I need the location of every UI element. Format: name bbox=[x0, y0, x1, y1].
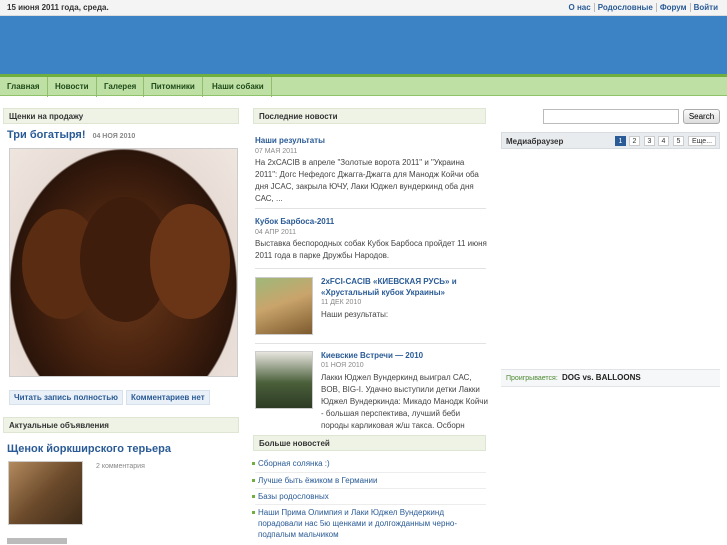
news-text-4: Лакки Юджел Вундеркинд выиграл САС, BOB,… bbox=[321, 373, 488, 430]
news-text-1: На 2хСАСIВ в апреле "Золотые ворота 2011… bbox=[255, 158, 479, 203]
news-date-1: 07 МАЯ 2011 bbox=[255, 148, 298, 155]
current-date: 15 июня 2011 года, среда. bbox=[7, 3, 109, 12]
media-browser-title: Медиабраузер bbox=[506, 137, 564, 146]
link-login[interactable]: Войти bbox=[689, 3, 721, 12]
read-more-link[interactable]: Читать запись полностью bbox=[9, 390, 123, 405]
header-banner bbox=[0, 16, 727, 74]
more-news-item[interactable]: Сборная солянка :) bbox=[252, 458, 330, 469]
news-title-1[interactable]: Наши результаты bbox=[255, 136, 325, 145]
main-nav: Главная Новости Галерея Питомники Наши с… bbox=[0, 74, 727, 97]
nav-gallery[interactable]: Галерея bbox=[97, 77, 145, 97]
page-3[interactable]: 3 bbox=[644, 136, 655, 146]
top-bar: 15 июня 2011 года, среда. О нас Родослов… bbox=[0, 0, 727, 16]
news-text-2: Выставка беспородных собак Кубок Барбоса… bbox=[255, 239, 487, 260]
now-playing-title[interactable]: DOG vs. BALLOONS bbox=[562, 373, 641, 382]
more-news-item[interactable]: Базы родословных bbox=[252, 491, 329, 502]
page-1[interactable]: 1 bbox=[615, 136, 626, 146]
more-news-divider bbox=[255, 472, 486, 473]
top-links: О нас Родословные Форум Войти bbox=[566, 3, 722, 12]
next-item-cut bbox=[7, 538, 67, 544]
link-pedigrees[interactable]: Родословные bbox=[593, 3, 656, 12]
more-news-divider bbox=[255, 488, 486, 489]
more-news-item[interactable]: Наши Прима Олимпия и Лаки Юджел Вундерки… bbox=[252, 507, 486, 540]
ad-title[interactable]: Щенок йоркширского терьера bbox=[7, 443, 171, 455]
post-title-row: Три богатыря! 04 НОЯ 2010 bbox=[7, 129, 135, 141]
news-title-2[interactable]: Кубок Барбоса-2011 bbox=[255, 217, 334, 226]
puppies-heading: Щенки на продажу bbox=[3, 108, 239, 124]
search-input[interactable] bbox=[543, 109, 679, 124]
news-date-2: 04 АПР 2011 bbox=[255, 229, 297, 236]
page-2[interactable]: 2 bbox=[629, 136, 640, 146]
post-title[interactable]: Три богатыря! bbox=[7, 129, 86, 141]
ads-heading: Актуальные объявления bbox=[3, 417, 239, 433]
puppies-photo[interactable] bbox=[9, 148, 238, 377]
more-news-item[interactable]: Лучше быть ёжиком в Германии bbox=[252, 475, 378, 486]
news-title-3[interactable]: 2хFCI-CACIB «КИЕВСКАЯ РУСЬ» и «Хрустальн… bbox=[321, 276, 486, 298]
more-news-divider bbox=[255, 504, 486, 505]
more-news-heading: Больше новостей bbox=[253, 435, 486, 451]
nav-our-dogs[interactable]: Наши собаки bbox=[205, 77, 272, 97]
yorkie-thumbnail[interactable] bbox=[8, 461, 83, 525]
latest-news-heading: Последние новости bbox=[253, 108, 486, 124]
page-4[interactable]: 4 bbox=[658, 136, 669, 146]
comments-link[interactable]: Комментариев нет bbox=[126, 390, 210, 405]
nav-kennels[interactable]: Питомники bbox=[144, 77, 203, 97]
nav-home[interactable]: Главная bbox=[0, 77, 48, 97]
news-date-4: 01 НОЯ 2010 bbox=[321, 362, 364, 369]
ad-comments[interactable]: 2 комментария bbox=[96, 463, 145, 470]
link-forum[interactable]: Форум bbox=[655, 3, 690, 12]
search-button[interactable]: Search bbox=[683, 109, 720, 124]
news-text-3: Наши результаты: bbox=[321, 310, 389, 319]
page-5[interactable]: 5 bbox=[673, 136, 684, 146]
now-playing-bar: Проигрывается: DOG vs. BALLOONS bbox=[501, 369, 720, 387]
news-divider bbox=[255, 343, 486, 344]
news-date-3: 11 ДЕК 2010 bbox=[321, 299, 362, 306]
news-title-4[interactable]: Киевские Встречи — 2010 bbox=[321, 351, 423, 360]
more-pages[interactable]: Еще... bbox=[688, 136, 716, 146]
news-thumb-4[interactable] bbox=[255, 351, 313, 409]
now-playing-label: Проигрывается: bbox=[506, 375, 558, 382]
post-date: 04 НОЯ 2010 bbox=[92, 133, 136, 140]
puppy-3 bbox=[150, 204, 230, 319]
news-thumb-3[interactable] bbox=[255, 277, 313, 335]
news-divider bbox=[255, 268, 486, 269]
news-divider bbox=[255, 208, 486, 209]
link-about[interactable]: О нас bbox=[566, 3, 594, 12]
nav-news[interactable]: Новости bbox=[48, 77, 97, 97]
